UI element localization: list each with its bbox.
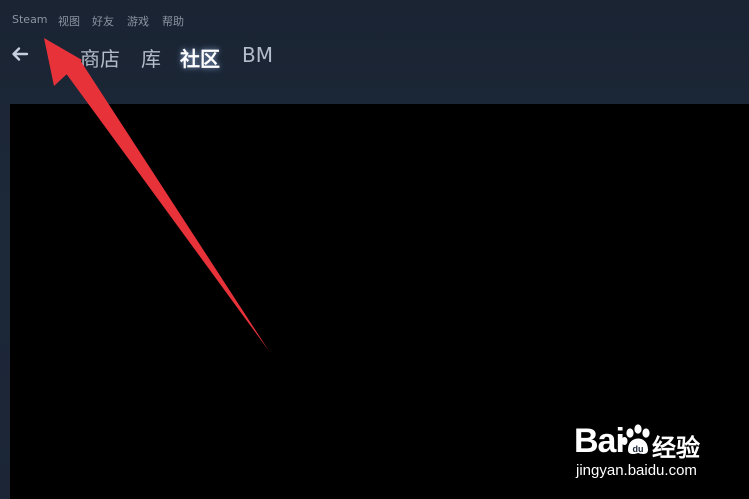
back-arrow-icon[interactable] bbox=[10, 44, 30, 64]
svg-text:du: du bbox=[633, 444, 644, 454]
menu-item-friends[interactable]: 好友 bbox=[92, 13, 114, 29]
paw-icon: du bbox=[620, 422, 656, 458]
nav-item-bm[interactable]: BM bbox=[242, 43, 273, 67]
nav-item-community[interactable]: 社区 bbox=[180, 43, 220, 72]
steam-window: Steam 视图 好友 游戏 帮助 商店 库 社区 BM Bai du 经验 j… bbox=[0, 0, 749, 499]
menu-item-help[interactable]: 帮助 bbox=[162, 13, 184, 29]
menu-item-view[interactable]: 视图 bbox=[58, 13, 80, 29]
menu-item-steam[interactable]: Steam bbox=[12, 13, 48, 26]
menu-item-games[interactable]: 游戏 bbox=[127, 13, 149, 29]
nav-item-library[interactable]: 库 bbox=[141, 43, 161, 72]
menu-bar: Steam 视图 好友 游戏 帮助 bbox=[0, 0, 749, 36]
baidu-jingyan-watermark: Bai du 经验 jingyan.baidu.com bbox=[574, 418, 714, 486]
watermark-brand-suffix: 经验 bbox=[652, 434, 700, 462]
nav-item-store[interactable]: 商店 bbox=[80, 43, 120, 72]
nav-bar: 商店 库 社区 BM bbox=[0, 36, 749, 76]
watermark-url: jingyan.baidu.com bbox=[576, 462, 697, 479]
watermark-brand: Bai bbox=[574, 422, 625, 460]
